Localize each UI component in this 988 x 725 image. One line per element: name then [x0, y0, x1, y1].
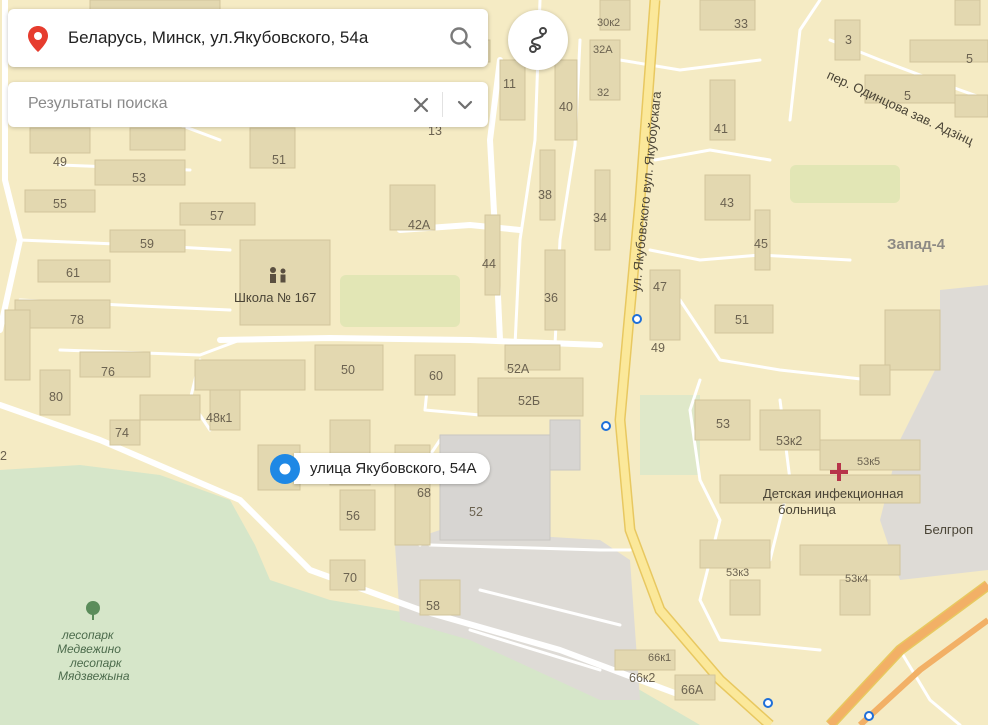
- house-number: 52Б: [518, 394, 540, 408]
- house-number: 66к2: [629, 671, 655, 685]
- search-results-label: Результаты поиска: [28, 95, 168, 112]
- house-number: 48к1: [206, 411, 232, 425]
- close-results-button[interactable]: [410, 94, 432, 116]
- house-number: 42А: [408, 218, 431, 232]
- route-icon: [529, 27, 547, 53]
- search-button[interactable]: [446, 23, 476, 53]
- house-number: 53к5: [857, 456, 880, 468]
- house-number: 49: [53, 155, 67, 169]
- house-number: 60: [429, 369, 443, 383]
- forest-label-by-2: Мядзвежына: [58, 669, 130, 683]
- house-number: 34: [593, 211, 607, 225]
- house-number: 30к2: [597, 17, 620, 29]
- expand-results-button[interactable]: [454, 94, 476, 116]
- house-number: 5: [966, 52, 973, 66]
- chevron-down-icon: [457, 100, 473, 110]
- house-number: 53: [132, 171, 146, 185]
- house-number: 51: [735, 313, 749, 327]
- house-number: 44: [482, 257, 496, 271]
- stadium-field: [340, 275, 460, 327]
- bus-stop-icon: [864, 711, 874, 721]
- house-number: 41: [714, 122, 728, 136]
- house-number: 43: [720, 196, 734, 210]
- house-number: 50: [341, 363, 355, 377]
- belgrp-label: Белгроп: [924, 522, 973, 537]
- house-number: 36: [544, 291, 558, 305]
- forest-label-ru-2: Медвежино: [57, 642, 121, 656]
- bus-stop-icon: [632, 314, 642, 324]
- forest-label-ru-1: лесопарк: [61, 628, 115, 642]
- house-number: 45: [754, 237, 768, 251]
- school-label: Школа № 167: [234, 290, 316, 305]
- search-result-label[interactable]: улица Якубовского, 54А: [294, 453, 491, 484]
- search-box[interactable]: Беларусь, Минск, ул.Якубовского, 54а: [8, 9, 488, 67]
- house-number: 57: [210, 209, 224, 223]
- house-number: 52: [469, 505, 483, 519]
- house-number: 70: [343, 571, 357, 585]
- district-label: Запад-4: [887, 236, 946, 253]
- house-number: 68: [417, 486, 431, 500]
- house-number: 53к4: [845, 573, 868, 585]
- search-results-panel[interactable]: Результаты поиска: [8, 82, 488, 127]
- close-icon: [413, 97, 429, 113]
- house-number: 74: [115, 426, 129, 440]
- house-number: 78: [70, 313, 84, 327]
- house-number: 66к1: [648, 652, 671, 664]
- route-button[interactable]: [508, 10, 568, 70]
- house-number: 49: [651, 341, 665, 355]
- house-number: 5: [904, 89, 911, 103]
- house-number: 80: [49, 390, 63, 404]
- house-number: 59: [140, 237, 154, 251]
- search-input[interactable]: Беларусь, Минск, ул.Якубовского, 54а: [68, 28, 368, 48]
- house-number: 51: [272, 153, 286, 167]
- house-number: 32А: [593, 44, 613, 56]
- house-number: 58: [426, 599, 440, 613]
- house-number: 11: [503, 77, 516, 91]
- forest-label-by-1: лесопарк: [69, 656, 123, 670]
- house-number: 56: [346, 509, 360, 523]
- house-number: 61: [66, 266, 80, 280]
- bus-stop-icon: [763, 698, 773, 708]
- house-number: 55: [53, 197, 67, 211]
- house-number: 40: [559, 100, 573, 114]
- house-number: 3: [845, 33, 852, 47]
- sports-field: [790, 165, 900, 203]
- house-number: 53: [716, 417, 730, 431]
- house-number: 2: [0, 449, 7, 463]
- house-number: 47: [653, 280, 667, 294]
- hospital-label-line1: Детская инфекционная: [763, 486, 903, 501]
- house-number: 53к2: [776, 434, 802, 448]
- house-number: 32: [597, 87, 609, 99]
- house-number: 76: [101, 365, 115, 379]
- house-number: 33: [734, 17, 748, 31]
- house-number: 53к3: [726, 567, 749, 579]
- house-number: 52А: [507, 362, 530, 376]
- results-divider: [442, 92, 443, 117]
- search-icon: [450, 27, 472, 49]
- result-marker-icon[interactable]: [269, 453, 301, 485]
- house-number: 66А: [681, 683, 704, 697]
- house-number: 38: [538, 188, 552, 202]
- bus-stop-icon: [601, 421, 611, 431]
- hospital-label-line2: больница: [778, 502, 837, 517]
- location-pin-icon: [28, 26, 48, 52]
